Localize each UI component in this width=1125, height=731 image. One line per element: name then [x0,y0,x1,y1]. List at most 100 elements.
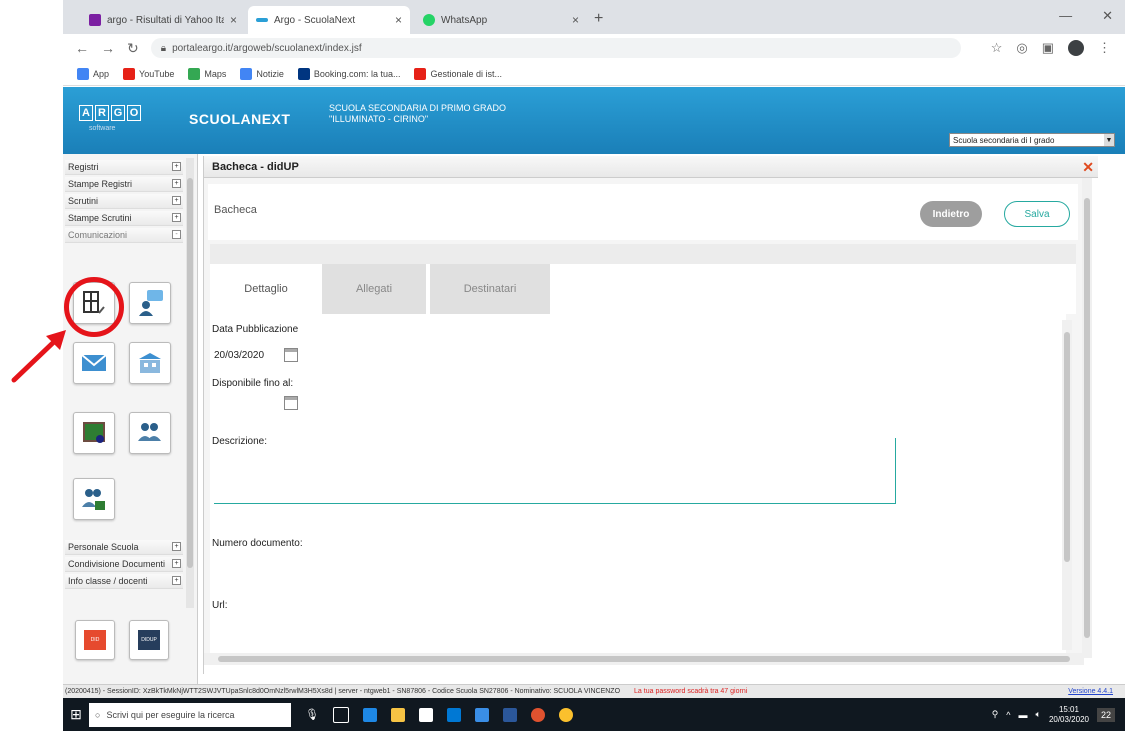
tab-dettaglio[interactable]: Dettaglio [210,264,322,314]
group-tile[interactable] [129,412,171,454]
bookmark-icon [240,67,253,80]
tab-title: argo - Risultati di Yahoo Italia Se... [107,14,224,26]
expand-icon[interactable]: + [172,196,181,205]
url-input[interactable]: 🔒︎ portaleargo.it/argoweb/scuolanext/ind… [150,38,961,58]
did-shortcut[interactable]: DID [75,620,115,660]
sidebar-item-label: Info classe / docenti [68,576,148,586]
sidebar-item[interactable]: Stampe Scrutini + [65,211,183,226]
close-tab-icon[interactable]: × [230,13,237,27]
panel-scrollbar[interactable] [1082,178,1092,658]
people-icon[interactable]: ⚲ [992,709,999,720]
logo-subtitle: software [89,125,116,132]
sidebar-item[interactable]: Registri + [65,160,183,175]
cast-icon[interactable]: ▣ [1042,40,1054,56]
did-logo-icon: DID [84,630,106,650]
expand-icon[interactable]: + [172,213,181,222]
bookmark-item[interactable]: Booking.com: la tua... [297,67,400,80]
expand-icon[interactable]: + [172,179,181,188]
close-window-icon[interactable]: ✕ [1102,8,1113,24]
group-board-tile[interactable] [73,478,115,520]
chrome-icon[interactable] [559,707,573,722]
app-l-icon[interactable] [447,707,461,722]
expand-icon[interactable]: + [172,576,181,585]
publish-date-field[interactable]: 20/03/2020 [214,350,264,361]
clock[interactable]: 15:01 20/03/2020 [1049,705,1089,725]
school-type-select[interactable]: Scuola secondaria di I grado ▼ [949,133,1115,147]
form-scrollbar[interactable] [1062,320,1072,650]
url-label: Url: [212,600,228,611]
tab-allegati[interactable]: Allegati [322,264,426,314]
expand-icon[interactable]: + [172,559,181,568]
sidebar-scrollbar[interactable] [186,158,194,608]
sidebar-item[interactable]: Scrutini + [65,194,183,209]
blackboard-tile[interactable] [73,412,115,454]
extension-icon[interactable]: ◎ [1016,40,1027,56]
close-tab-icon[interactable]: × [572,13,579,27]
sidebar-item[interactable]: Personale Scuola + [65,540,183,555]
horizontal-scrollbar[interactable] [204,653,1084,665]
calendar-icon[interactable] [284,396,298,410]
windows-start-icon[interactable]: ⊞ [63,698,89,731]
minimize-icon[interactable]: — [1059,8,1072,24]
new-tab-button[interactable]: + [594,10,603,28]
tray-chevron-icon[interactable]: ^ [1006,710,1010,720]
star-icon[interactable]: ☆ [991,40,1003,56]
sidebar-item[interactable]: Info classe / docenti + [65,574,183,589]
microphone-icon[interactable]: 🎙︎ [305,708,319,722]
calendar-icon[interactable] [284,348,298,362]
app-red-icon[interactable] [531,707,545,722]
expand-icon[interactable]: + [172,162,181,171]
version-link[interactable]: Versione 4.4.1 [1068,688,1113,695]
logo-letter: R [95,105,109,121]
sidebar-item[interactable]: Comunicazioni - [65,228,183,243]
address-bar-row: ← → ↻ 🔒︎ portaleargo.it/argoweb/scuolane… [63,34,1125,62]
back-button[interactable]: Indietro [920,201,982,227]
tab-title: WhatsApp [441,14,488,26]
tab-destinatari[interactable]: Destinatari [430,264,550,314]
logo-letter: O [127,105,141,121]
didup-shortcut[interactable]: DIDUP [129,620,169,660]
close-panel-icon[interactable]: ✕ [1082,159,1094,176]
messages-tile[interactable] [129,282,171,324]
edge-icon[interactable] [363,707,377,722]
expand-icon[interactable]: + [172,542,181,551]
bookmark-item[interactable]: Notizie [240,67,284,80]
description-textarea[interactable] [214,438,896,504]
volume-icon[interactable]: 🔈︎ [1036,709,1041,720]
sidebar-item-label: Registri [68,162,99,172]
sidebar-item-label: Comunicazioni [68,230,128,240]
bookmark-item[interactable]: YouTube [123,67,175,80]
close-tab-icon[interactable]: × [395,13,402,27]
forward-arrow-icon[interactable]: → [101,40,115,56]
red-arrow-annotation [11,330,66,383]
store-icon[interactable] [419,707,433,722]
word-icon[interactable] [503,707,517,722]
argo-icon [256,18,268,22]
menu-kebab-icon[interactable]: ⋮ [1098,40,1111,56]
back-arrow-icon[interactable]: ← [75,40,89,56]
bookmark-label: Notizie [256,68,284,79]
bookmark-item[interactable]: App [77,67,109,80]
taskbar-search[interactable]: ○ Scrivi qui per eseguire la ricerca [89,702,291,727]
bookmark-icon [297,67,310,80]
reload-icon[interactable]: ↻ [127,40,139,57]
mail-app-icon[interactable] [475,707,489,722]
save-button[interactable]: Salva [1004,201,1070,227]
task-view-icon[interactable] [333,706,349,723]
sidebar-item[interactable]: Stampe Registri + [65,177,183,192]
bookmark-icon [123,67,136,80]
bookmark-label: YouTube [139,68,175,79]
collapse-icon[interactable]: - [172,230,181,239]
browser-tab-whatsapp[interactable]: WhatsApp × [415,6,587,34]
notifications-icon[interactable]: 22 [1096,707,1115,722]
chevron-down-icon: ▼ [1104,134,1114,146]
profile-avatar[interactable] [1068,40,1084,56]
battery-icon[interactable]: ▬ [1019,710,1028,720]
browser-tab-yahoo[interactable]: argo - Risultati di Yahoo Italia Se... × [81,6,245,34]
file-explorer-icon[interactable] [391,707,405,722]
school-tile[interactable] [129,342,171,384]
bookmark-item[interactable]: Maps [188,67,226,80]
sidebar-item[interactable]: Condivisione Documenti + [65,557,183,572]
browser-tab-argo[interactable]: Argo - ScuolaNext × [248,6,410,34]
bookmark-item[interactable]: Gestionale di ist... [414,67,502,80]
